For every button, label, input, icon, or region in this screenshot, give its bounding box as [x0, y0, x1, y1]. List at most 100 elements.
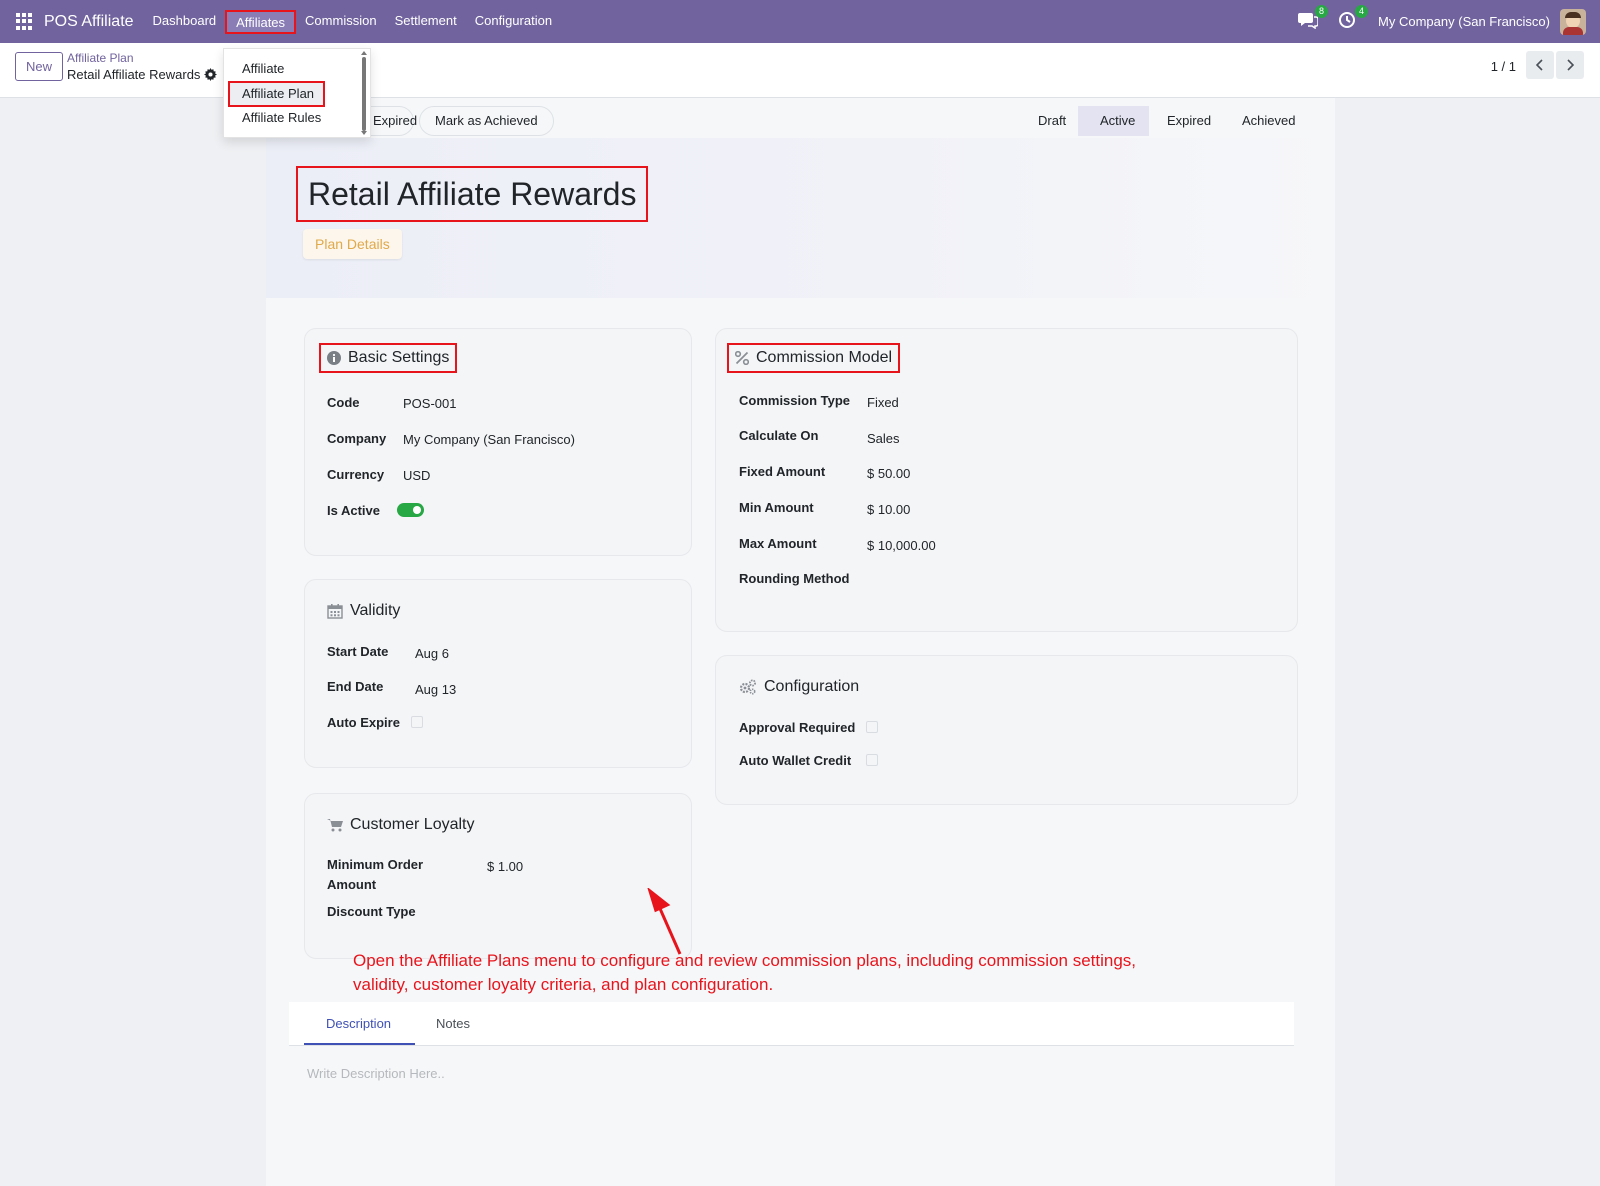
rounding-method-label: Rounding Method: [739, 571, 850, 586]
chevron-left-icon: [1536, 59, 1543, 71]
min-amount-label: Min Amount: [739, 500, 814, 515]
customer-loyalty-card: Customer Loyalty Minimum Order Amount $ …: [304, 793, 692, 959]
menu-dashboard[interactable]: Dashboard: [144, 10, 226, 34]
end-date-label: End Date: [327, 679, 384, 694]
main-menu: Dashboard Affiliates Commission Settleme…: [144, 9, 562, 34]
pager-next-button[interactable]: [1556, 51, 1584, 79]
tab-notes[interactable]: Notes: [436, 1016, 470, 1031]
dropdown-item-affiliate-rules[interactable]: Affiliate Rules: [242, 110, 321, 125]
form-header: Retail Affiliate Rewards Plan Details: [266, 138, 1335, 298]
fixed-amount-label: Fixed Amount: [739, 464, 826, 479]
menu-affiliates[interactable]: Affiliates: [225, 9, 297, 34]
top-navbar: POS Affiliate Dashboard Affiliates Commi…: [0, 0, 1600, 43]
approval-required-label: Approval Required: [739, 720, 856, 735]
company-field[interactable]: My Company (San Francisco): [403, 432, 575, 447]
menu-configuration[interactable]: Configuration: [466, 10, 561, 34]
configuration-title: Configuration: [739, 678, 859, 696]
plan-details-button[interactable]: Plan Details: [303, 229, 402, 259]
scroll-up-arrow-icon[interactable]: [361, 51, 367, 55]
pager-previous-button[interactable]: [1526, 51, 1554, 79]
end-date-field[interactable]: Aug 13: [415, 682, 456, 697]
scroll-down-arrow-icon[interactable]: [361, 131, 367, 135]
min-order-label-line2: Amount: [327, 877, 377, 892]
annotation-line-2: validity, customer loyalty criteria, and…: [353, 975, 774, 994]
min-order-amount-field[interactable]: $ 1.00: [487, 859, 523, 874]
chevron-right-icon: [1567, 59, 1574, 71]
commission-type-field[interactable]: Fixed: [867, 395, 899, 410]
stage-expired[interactable]: Expired: [1167, 106, 1211, 136]
configuration-card: Configuration Approval Required Auto Wal…: [715, 655, 1298, 805]
discount-type-label: Discount Type: [327, 904, 416, 919]
dropdown-scrollbar[interactable]: [362, 57, 366, 131]
description-editor[interactable]: Write Description Here..: [307, 1066, 445, 1081]
auto-expire-checkbox[interactable]: [411, 716, 423, 728]
plan-title[interactable]: Retail Affiliate Rewards: [296, 166, 649, 222]
app-brand[interactable]: POS Affiliate: [44, 13, 134, 31]
is-active-label: Is Active: [327, 503, 380, 518]
annotation-arrow-icon: [647, 888, 682, 955]
stage-achieved[interactable]: Achieved: [1242, 106, 1295, 136]
auto-wallet-credit-checkbox[interactable]: [866, 754, 878, 766]
basic-settings-card: Basic Settings Code POS-001 Company My C…: [304, 328, 692, 556]
annotation-text: Open the Affiliate Plans menu to configu…: [353, 949, 1213, 997]
start-date-field[interactable]: Aug 6: [415, 646, 449, 661]
new-button[interactable]: New: [15, 52, 63, 81]
apps-menu-icon[interactable]: [16, 12, 34, 31]
start-date-label: Start Date: [327, 644, 389, 659]
code-field[interactable]: POS-001: [403, 396, 456, 411]
min-amount-field[interactable]: $ 10.00: [867, 502, 910, 517]
commission-model-card: Commission Model Commission Type Fixed C…: [715, 328, 1298, 632]
info-icon: [327, 351, 341, 365]
pager-counter[interactable]: 1 / 1: [1491, 59, 1516, 74]
calculate-on-label: Calculate On: [739, 428, 819, 443]
dropdown-item-affiliate-plan[interactable]: Affiliate Plan: [228, 81, 325, 107]
max-amount-field[interactable]: $ 10,000.00: [867, 538, 936, 553]
auto-expire-label: Auto Expire: [327, 715, 400, 730]
gears-icon: [739, 679, 756, 695]
commission-model-title: Commission Model: [727, 343, 901, 373]
approval-required-checkbox[interactable]: [866, 721, 878, 733]
tab-description[interactable]: Description: [326, 1016, 391, 1031]
percent-icon: [735, 351, 749, 365]
calendar-icon: [327, 604, 343, 619]
stage-draft[interactable]: Draft: [1038, 106, 1066, 136]
calculate-on-field[interactable]: Sales: [867, 431, 900, 446]
currency-label: Currency: [327, 467, 385, 482]
notebook-tabs: Description Notes: [289, 1002, 1294, 1046]
commission-model-label: Commission Model: [756, 349, 893, 366]
form-sheet: Expired Mark as Achieved Draft Active Ex…: [266, 98, 1335, 1186]
validity-title: Validity: [327, 602, 400, 620]
mark-expired-label: Expired: [373, 113, 418, 128]
mark-achieved-button[interactable]: Mark as Achieved: [419, 106, 554, 136]
activity-clock-icon[interactable]: 4: [1338, 4, 1369, 33]
fixed-amount-field[interactable]: $ 50.00: [867, 466, 910, 481]
customer-loyalty-title: Customer Loyalty: [327, 816, 475, 834]
affiliates-dropdown: Affiliate Affiliate Plan Affiliate Rules: [223, 48, 371, 138]
menu-commission[interactable]: Commission: [296, 10, 386, 34]
menu-settlement[interactable]: Settlement: [386, 10, 466, 34]
active-tab-indicator: [304, 1043, 415, 1045]
stage-active[interactable]: Active: [1078, 106, 1150, 136]
gear-icon[interactable]: [204, 68, 217, 81]
customer-loyalty-label: Customer Loyalty: [350, 816, 475, 833]
company-label: Company: [327, 431, 387, 446]
statusbar: Expired Mark as Achieved Draft Active Ex…: [266, 98, 1335, 138]
activity-badge: 4: [1355, 4, 1369, 18]
company-switcher[interactable]: My Company (San Francisco): [1378, 14, 1550, 29]
user-avatar[interactable]: [1560, 8, 1586, 35]
currency-field[interactable]: USD: [403, 468, 430, 483]
basic-settings-label: Basic Settings: [348, 349, 450, 366]
code-label: Code: [327, 395, 360, 410]
is-active-toggle[interactable]: [397, 503, 424, 517]
auto-wallet-credit-label: Auto Wallet Credit: [739, 753, 852, 768]
max-amount-label: Max Amount: [739, 536, 817, 551]
basic-settings-title: Basic Settings: [319, 343, 458, 373]
messages-badge: 8: [1315, 4, 1329, 18]
dropdown-item-affiliate[interactable]: Affiliate: [242, 61, 284, 76]
cart-icon: [327, 819, 343, 832]
configuration-label: Configuration: [764, 678, 860, 695]
validity-card: Validity Start Date Aug 6 End Date Aug 1…: [304, 579, 692, 768]
breadcrumb-parent[interactable]: Affiliate Plan: [67, 51, 134, 65]
validity-label: Validity: [350, 602, 401, 619]
messages-icon[interactable]: 8: [1298, 4, 1329, 33]
